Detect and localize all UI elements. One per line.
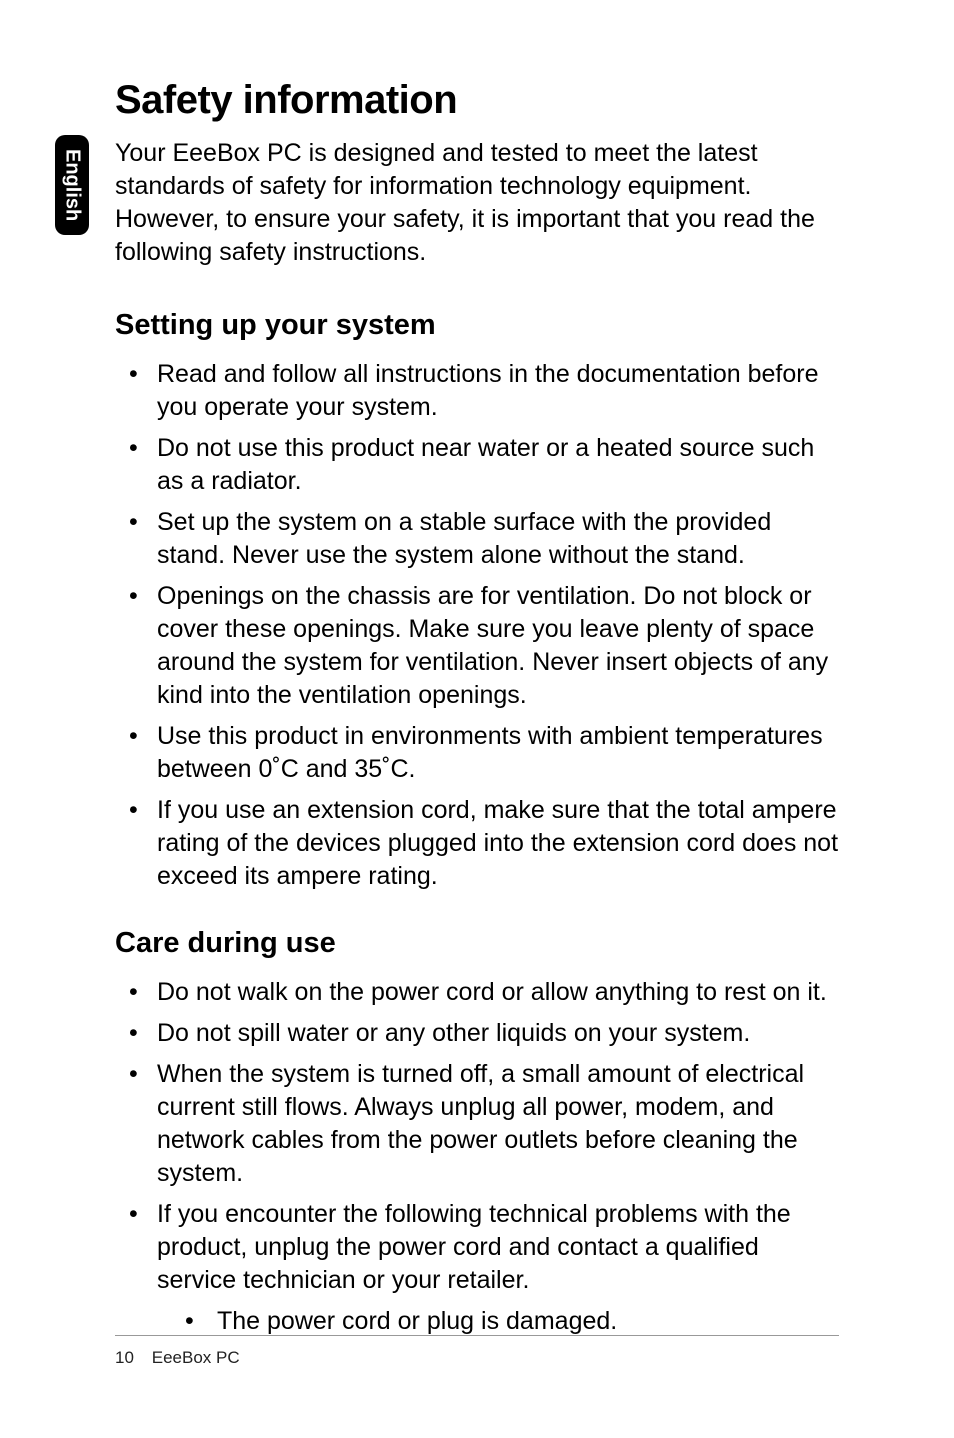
list-item: If you use an extension cord, make sure … bbox=[115, 794, 839, 893]
care-list: Do not walk on the power cord or allow a… bbox=[115, 976, 839, 1338]
language-tab: English bbox=[55, 135, 89, 235]
list-item: Openings on the chassis are for ventilat… bbox=[115, 580, 839, 712]
page: English Safety information Your EeeBox P… bbox=[0, 0, 954, 1438]
sub-list-item: The power cord or plug is damaged. bbox=[157, 1305, 839, 1338]
section-heading-care: Care during use bbox=[115, 927, 839, 960]
list-item: Do not walk on the power cord or allow a… bbox=[115, 976, 839, 1009]
sub-list: The power cord or plug is damaged. bbox=[157, 1305, 839, 1338]
page-number: 10 bbox=[115, 1348, 147, 1368]
list-item: Use this product in environments with am… bbox=[115, 720, 839, 786]
page-title: Safety information bbox=[115, 78, 839, 123]
list-item: When the system is turned off, a small a… bbox=[115, 1058, 839, 1190]
product-name: EeeBox PC bbox=[152, 1348, 240, 1367]
list-item: Set up the system on a stable surface wi… bbox=[115, 506, 839, 572]
language-tab-label: English bbox=[61, 149, 84, 221]
list-item: Read and follow all instructions in the … bbox=[115, 358, 839, 424]
footer-divider bbox=[115, 1335, 839, 1336]
section-heading-setup: Setting up your system bbox=[115, 309, 839, 342]
list-item-text: If you encounter the following technical… bbox=[157, 1200, 791, 1294]
list-item: If you encounter the following technical… bbox=[115, 1198, 839, 1338]
list-item: Do not use this product near water or a … bbox=[115, 432, 839, 498]
content-area: Safety information Your EeeBox PC is des… bbox=[115, 78, 839, 1338]
footer-text: 10 EeeBox PC bbox=[115, 1348, 839, 1368]
intro-paragraph: Your EeeBox PC is designed and tested to… bbox=[115, 137, 839, 269]
page-footer: 10 EeeBox PC bbox=[115, 1335, 839, 1368]
setup-list: Read and follow all instructions in the … bbox=[115, 358, 839, 893]
list-item: Do not spill water or any other liquids … bbox=[115, 1017, 839, 1050]
